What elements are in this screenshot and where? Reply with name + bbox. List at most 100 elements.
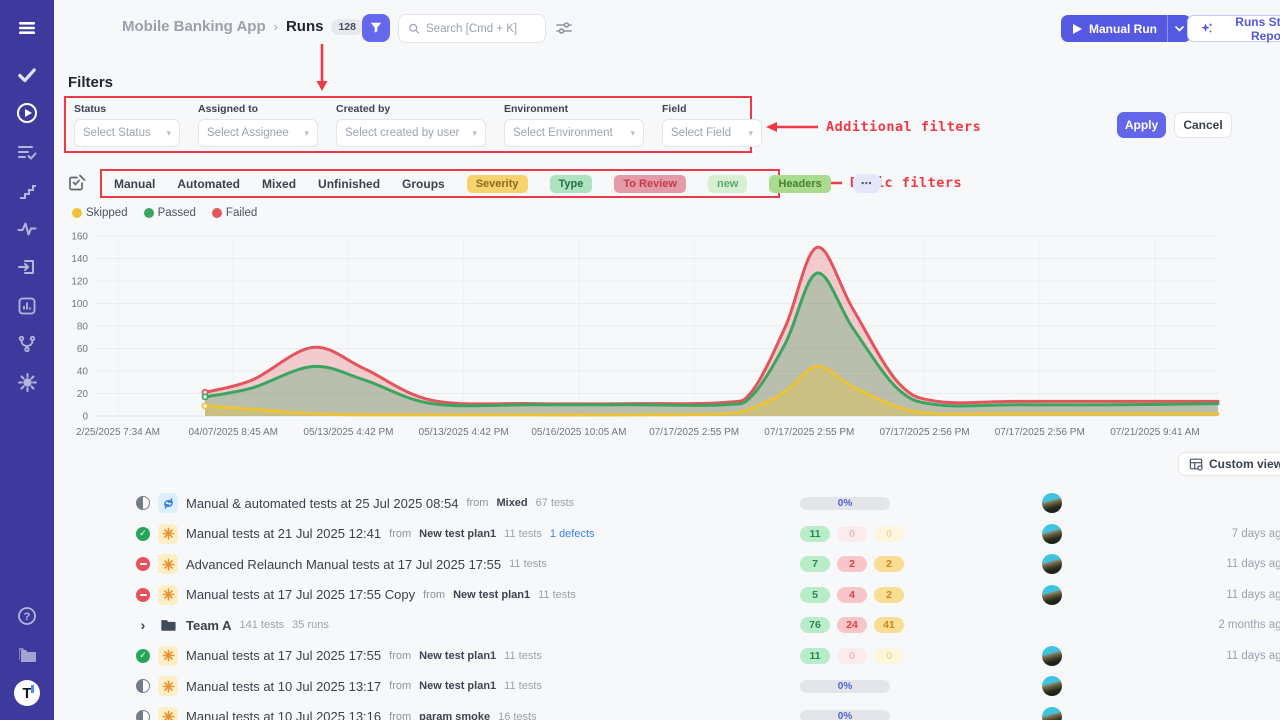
- table-row[interactable]: Manual tests at 17 Jul 2025 17:55 Copy f…: [114, 580, 1280, 611]
- play-icon: [1073, 24, 1082, 34]
- branches-icon[interactable]: [14, 331, 40, 357]
- filters-title: Filters: [68, 74, 113, 91]
- status-select[interactable]: Select Status▾: [74, 119, 180, 147]
- environment-select[interactable]: Select Environment▾: [504, 119, 644, 147]
- chevron-right-icon[interactable]: ›: [136, 618, 150, 632]
- run-title[interactable]: Manual tests at 10 Jul 2025 13:16: [186, 709, 381, 720]
- help-icon[interactable]: ?: [14, 603, 40, 629]
- tests-count: 67 tests: [536, 497, 575, 509]
- basic-filter-item[interactable]: Unfinished: [318, 177, 380, 191]
- svg-text:07/17/2025 2:56 PM: 07/17/2025 2:56 PM: [880, 427, 970, 438]
- custom-view-button[interactable]: Custom view: [1178, 452, 1280, 476]
- caret-icon: ▾: [304, 128, 309, 139]
- search-input[interactable]: [426, 23, 536, 35]
- from-plan-name: New test plan1: [419, 650, 496, 662]
- svg-text:20: 20: [77, 389, 89, 400]
- legend-dot: [72, 208, 82, 218]
- filter-button[interactable]: [362, 14, 390, 42]
- app-window: { "header": { "breadcrumb": { "project":…: [0, 0, 1280, 720]
- breadcrumb: Mobile Banking App › Runs 128: [122, 18, 363, 35]
- filter-chip[interactable]: To Review: [614, 175, 686, 193]
- filter-chip[interactable]: new: [708, 175, 747, 193]
- field-select[interactable]: Select Field▾: [662, 119, 762, 147]
- pulse-icon[interactable]: [14, 216, 40, 242]
- tests-icon[interactable]: [14, 62, 40, 88]
- legend-item[interactable]: Failed: [212, 207, 257, 219]
- sidebar: ? T: [0, 0, 54, 720]
- tests-count: 11 tests: [504, 680, 542, 692]
- annotation-additional-filters: Additional filters: [766, 119, 981, 135]
- run-title[interactable]: Manual tests at 21 Jul 2025 12:41: [186, 526, 381, 541]
- legend-item[interactable]: Passed: [144, 207, 196, 219]
- more-filters-chip[interactable]: ⋯: [853, 174, 881, 193]
- filter-chip[interactable]: Severity: [467, 175, 528, 193]
- basic-filter-item[interactable]: Groups: [402, 177, 445, 191]
- table-toolbar: Custom view: [114, 452, 1280, 480]
- count-badge-red: 24: [837, 617, 867, 633]
- run-title[interactable]: Advanced Relaunch Manual tests at 17 Jul…: [186, 557, 501, 572]
- logo[interactable]: T: [14, 680, 40, 706]
- table-row[interactable]: Advanced Relaunch Manual tests at 17 Jul…: [114, 549, 1280, 580]
- table-row[interactable]: Manual tests at 10 Jul 2025 13:16 from p…: [114, 702, 1280, 720]
- filter-chip[interactable]: Type: [550, 175, 593, 193]
- svg-text:?: ?: [24, 611, 31, 623]
- assignee-select[interactable]: Select Assignee▾: [198, 119, 318, 147]
- folder-icon: [158, 615, 178, 635]
- test-plans-icon[interactable]: [14, 139, 40, 165]
- basic-filter-item[interactable]: Mixed: [262, 177, 296, 191]
- edit-list-icon[interactable]: [68, 173, 87, 197]
- timestamp: 11 days ago: [1226, 589, 1280, 601]
- steps-icon[interactable]: [14, 177, 40, 203]
- breadcrumb-page[interactable]: Runs: [286, 18, 324, 35]
- table-row[interactable]: › Team A 141 tests 35 runs 762441 2 mont…: [114, 610, 1280, 641]
- runs-count: 35 runs: [292, 619, 329, 631]
- count-badge-yellow: 2: [874, 556, 904, 572]
- import-icon[interactable]: [14, 254, 40, 280]
- manual-icon: [158, 646, 178, 666]
- caret-icon: ▾: [472, 128, 477, 139]
- filter-chip[interactable]: Headers: [769, 175, 830, 193]
- table-row[interactable]: Manual tests at 10 Jul 2025 13:17 from N…: [114, 671, 1280, 702]
- menu-icon[interactable]: [14, 15, 40, 41]
- manual-run-button[interactable]: Manual Run: [1061, 15, 1191, 42]
- breadcrumb-project[interactable]: Mobile Banking App: [122, 18, 266, 35]
- created-by-select[interactable]: Select created by user▾: [336, 119, 486, 147]
- run-title[interactable]: Manual tests at 10 Jul 2025 13:17: [186, 679, 381, 694]
- from-plan-name: Mixed: [496, 497, 527, 509]
- manual-icon: [158, 676, 178, 696]
- apply-button[interactable]: Apply: [1117, 112, 1166, 138]
- from-label: from: [389, 680, 411, 692]
- progress-bar: 0%: [800, 497, 890, 510]
- table-row[interactable]: Manual & automated tests at 25 Jul 2025 …: [114, 488, 1280, 519]
- svg-text:0: 0: [82, 412, 88, 423]
- chart-legend: Skipped Passed Failed: [72, 207, 257, 219]
- status-icon: ✓: [136, 649, 150, 663]
- legend-item[interactable]: Skipped: [72, 207, 128, 219]
- svg-text:04/07/2025 8:45 AM: 04/07/2025 8:45 AM: [188, 427, 278, 438]
- basic-filter-item[interactable]: Manual: [114, 177, 155, 191]
- run-title[interactable]: Manual & automated tests at 25 Jul 2025 …: [186, 496, 458, 511]
- adjustments-icon[interactable]: [556, 20, 572, 41]
- run-title[interactable]: Manual tests at 17 Jul 2025 17:55: [186, 648, 381, 663]
- run-title[interactable]: Team A: [186, 618, 232, 633]
- settings-icon[interactable]: [14, 370, 40, 396]
- manual-icon: [158, 554, 178, 574]
- status-icon: [136, 588, 150, 602]
- analytics-icon[interactable]: [14, 293, 40, 319]
- svg-text:80: 80: [77, 322, 89, 333]
- legend-dot: [144, 208, 154, 218]
- search-box[interactable]: [398, 14, 546, 43]
- table-row[interactable]: ✓ Manual tests at 21 Jul 2025 12:41 from…: [114, 519, 1280, 550]
- table-row[interactable]: ✓ Manual tests at 17 Jul 2025 17:55 from…: [114, 641, 1280, 672]
- defects-link[interactable]: 1 defects: [550, 528, 595, 540]
- cancel-button[interactable]: Cancel: [1174, 112, 1232, 138]
- avatar: [1042, 707, 1062, 720]
- basic-filter-item[interactable]: Automated: [177, 177, 240, 191]
- from-plan-name: New test plan1: [419, 680, 496, 692]
- projects-icon[interactable]: [14, 642, 40, 668]
- runs-status-report-button[interactable]: Runs Status Report: [1187, 15, 1280, 42]
- runs-icon[interactable]: [14, 100, 40, 126]
- run-title[interactable]: Manual tests at 17 Jul 2025 17:55 Copy: [186, 587, 415, 602]
- status-icon: [136, 710, 150, 720]
- progress-label: 0%: [838, 681, 852, 692]
